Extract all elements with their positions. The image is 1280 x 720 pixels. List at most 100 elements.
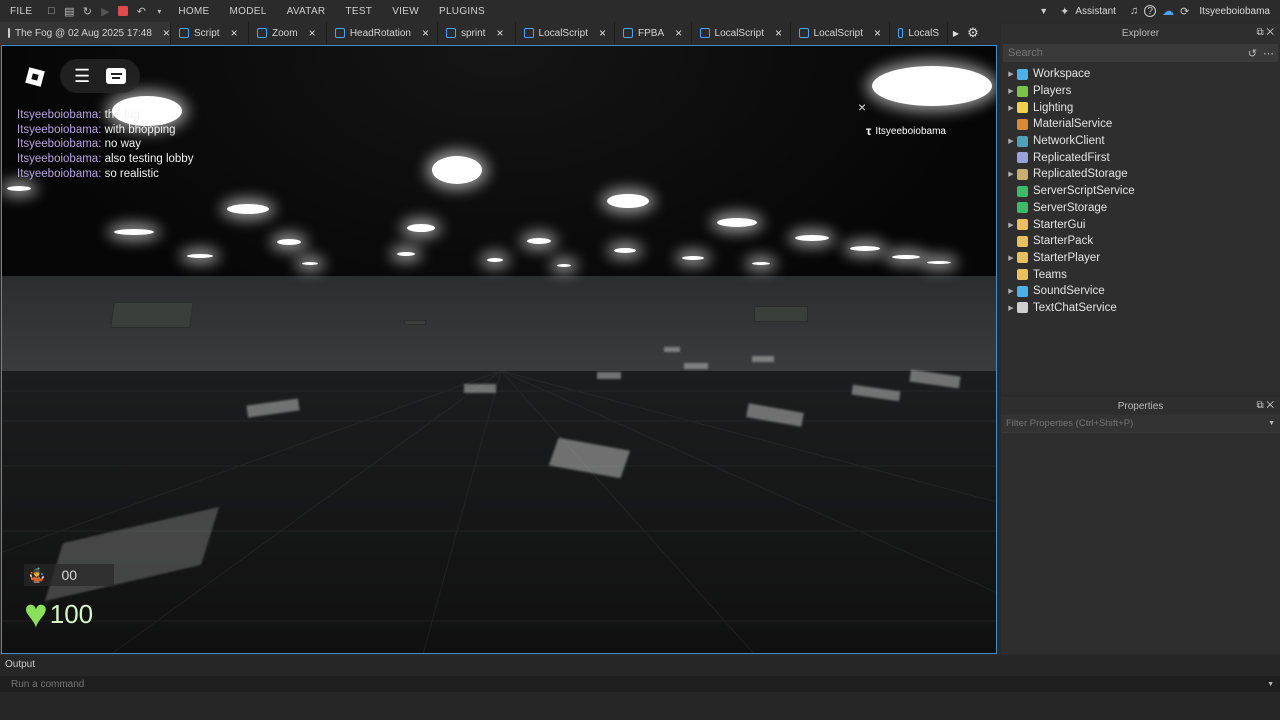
tab-fpba[interactable]: FPBA ×: [615, 22, 692, 44]
menu-view[interactable]: VIEW: [382, 6, 429, 17]
explorer-item-serverscriptservice[interactable]: ServerScriptService: [1005, 183, 1280, 200]
explorer-item-textchatservice[interactable]: ▶ TextChatService: [1005, 300, 1280, 317]
menu-test[interactable]: TEST: [335, 6, 382, 17]
expand-arrow-icon[interactable]: ▶: [1005, 287, 1017, 295]
close-icon[interactable]: ×: [163, 26, 170, 40]
chevron-down-icon[interactable]: ▼: [1267, 681, 1274, 688]
menu-model[interactable]: MODEL: [220, 6, 277, 17]
running-icon: 🤹: [28, 566, 46, 583]
chat-username[interactable]: Itsyeeboiobama:: [17, 138, 101, 150]
stop-icon[interactable]: [114, 2, 132, 20]
search-input[interactable]: [1003, 47, 1248, 59]
tab-zoom[interactable]: Zoom ×: [249, 22, 327, 44]
tab-sprint[interactable]: sprint ×: [438, 22, 516, 44]
quick-access-dropdown-icon[interactable]: ▾: [150, 2, 168, 20]
explorer-item-soundservice[interactable]: ▶ SoundService: [1005, 283, 1280, 300]
chevron-down-icon[interactable]: ▼: [1268, 420, 1275, 427]
expand-arrow-icon[interactable]: ▶: [1005, 137, 1017, 145]
tab-localscript-4[interactable]: LocalS: [890, 22, 948, 44]
explorer-item-starterplayer[interactable]: ▶ StarterPlayer: [1005, 250, 1280, 267]
more-options-icon[interactable]: ⋯: [1263, 47, 1274, 60]
chat-username[interactable]: Itsyeeboiobama:: [17, 124, 101, 136]
menu-avatar[interactable]: AVATAR: [277, 6, 336, 17]
players-icon: [1017, 85, 1028, 97]
history-icon[interactable]: ↺: [1248, 47, 1257, 60]
close-icon[interactable]: ×: [309, 26, 316, 40]
tab-localscript-2[interactable]: LocalScript ×: [692, 22, 791, 44]
tab-script[interactable]: Script ×: [171, 22, 249, 44]
assistant-button[interactable]: Assistant: [1075, 6, 1116, 17]
chat-log: Itsyeeboiobama: the fog Itsyeeboiobama: …: [17, 108, 193, 182]
menu-file[interactable]: FILE: [0, 6, 42, 17]
expand-arrow-icon[interactable]: ▶: [1005, 104, 1017, 112]
chat-username[interactable]: Itsyeeboiobama:: [17, 109, 101, 121]
chevron-down-icon[interactable]: ▼: [1039, 6, 1048, 16]
command-input[interactable]: [0, 678, 1268, 690]
game-viewport[interactable]: ☰ Itsyeeboiobama: the fog Itsyeeboiobama…: [1, 45, 997, 654]
explorer-item-replicatedstorage[interactable]: ▶ ReplicatedStorage: [1005, 166, 1280, 183]
play-icon[interactable]: ▶: [96, 2, 114, 20]
dock-icon[interactable]: ⧉: [1256, 400, 1263, 411]
tab-headrotation[interactable]: HeadRotation ×: [327, 22, 438, 44]
explorer-item-label: StarterPlayer: [1033, 251, 1101, 264]
tab-localscript-3[interactable]: LocalScript ×: [791, 22, 890, 44]
close-icon[interactable]: ×: [775, 26, 782, 40]
redo-icon[interactable]: ↻: [78, 2, 96, 20]
ceiling-light: [527, 238, 551, 244]
cloud-icon[interactable]: ☁: [1162, 4, 1174, 18]
share-icon[interactable]: ⟳: [1180, 5, 1189, 18]
tab-label: LocalScript: [538, 27, 588, 39]
tab-scroll-right-icon[interactable]: ▶: [948, 22, 964, 44]
floor-grid: [2, 371, 996, 653]
roblox-menu-button[interactable]: [16, 60, 54, 94]
open-file-icon[interactable]: ▤: [60, 2, 78, 20]
roblox-logo-icon: [25, 67, 45, 87]
tab-localscript[interactable]: LocalScript ×: [516, 22, 615, 44]
bus-model: [754, 306, 808, 322]
tab-place[interactable]: The Fog @ 02 Aug 2025 17:48 ×: [0, 22, 171, 44]
explorer-item-startergui[interactable]: ▶ StarterGui: [1005, 216, 1280, 233]
undo-icon[interactable]: ↶: [132, 2, 150, 20]
expand-arrow-icon[interactable]: ▶: [1005, 170, 1017, 178]
notification-icon[interactable]: ♫: [1130, 5, 1138, 17]
menu-plugins[interactable]: PLUGINS: [429, 6, 495, 17]
chat-toggle-icon[interactable]: [106, 68, 127, 84]
close-icon[interactable]: ×: [231, 26, 238, 40]
gear-icon[interactable]: ⚙: [964, 22, 982, 44]
help-icon[interactable]: ?: [1144, 5, 1157, 17]
explorer-item-lighting[interactable]: ▶ Lighting: [1005, 99, 1280, 116]
close-icon[interactable]: ×: [496, 26, 503, 40]
expand-arrow-icon[interactable]: ▶: [1005, 70, 1017, 78]
close-icon[interactable]: ✕: [1266, 27, 1274, 38]
explorer-item-workspace[interactable]: ▶ Workspace: [1005, 66, 1280, 83]
close-icon[interactable]: ×: [675, 26, 682, 40]
explorer-panel: Explorer ⧉ ✕ ↺ ⋯ ▶ Workspace ▶ Players ▶ Ligh…: [1001, 24, 1280, 394]
player-name[interactable]: Itsyeeboiobama: [875, 126, 946, 137]
explorer-item-networkclient[interactable]: ▶ NetworkClient: [1005, 133, 1280, 150]
expand-arrow-icon[interactable]: ▶: [1005, 304, 1017, 312]
menu-home[interactable]: HOME: [168, 6, 219, 17]
expand-arrow-icon[interactable]: ▶: [1005, 254, 1017, 262]
tab-label: Zoom: [272, 27, 298, 39]
chat-username[interactable]: Itsyeeboiobama:: [17, 168, 101, 180]
chat-username[interactable]: Itsyeeboiobama:: [17, 153, 101, 165]
explorer-item-materialservice[interactable]: MaterialService: [1005, 116, 1280, 133]
close-icon[interactable]: ×: [858, 99, 866, 115]
new-file-icon[interactable]: □: [42, 2, 60, 20]
filter-properties-input[interactable]: [1001, 418, 1269, 429]
username[interactable]: Itsyeeboiobama: [1199, 6, 1270, 17]
explorer-item-serverstorage[interactable]: ServerStorage: [1005, 200, 1280, 217]
close-icon[interactable]: ×: [599, 26, 606, 40]
close-icon[interactable]: ×: [422, 26, 429, 40]
dock-icon[interactable]: ⧉: [1256, 27, 1263, 38]
close-icon[interactable]: ✕: [1266, 400, 1274, 411]
expand-arrow-icon[interactable]: ▶: [1005, 87, 1017, 95]
explorer-item-players[interactable]: ▶ Players: [1005, 83, 1280, 100]
hamburger-menu-icon[interactable]: ☰: [74, 67, 90, 85]
expand-arrow-icon[interactable]: ▶: [1005, 221, 1017, 229]
explorer-item-teams[interactable]: Teams: [1005, 266, 1280, 283]
explorer-item-replicatedfirst[interactable]: ReplicatedFirst: [1005, 149, 1280, 166]
assistant-icon: ✦: [1060, 5, 1070, 18]
close-icon[interactable]: ×: [874, 26, 881, 40]
explorer-item-starterpack[interactable]: StarterPack: [1005, 233, 1280, 250]
